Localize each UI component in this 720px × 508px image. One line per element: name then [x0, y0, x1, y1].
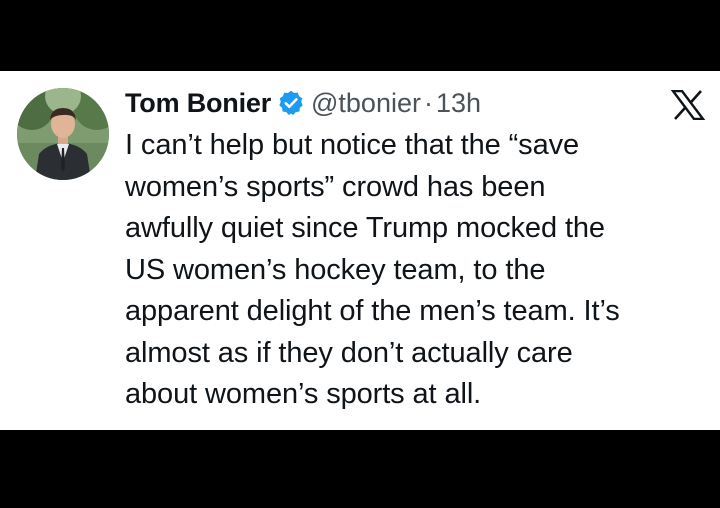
tweet-timestamp[interactable]: 13h — [436, 88, 481, 119]
bottom-black-bar — [0, 430, 720, 508]
tweet-header: Tom Bonier @tbonier · 13h — [125, 85, 481, 121]
author-name[interactable]: Tom Bonier — [125, 88, 271, 119]
tweet-text-line: apparent delight of the men’s team. It’s — [125, 295, 620, 327]
tweet-text: I can’t help but notice that the “save w… — [125, 125, 705, 416]
tweet-text-line: about women’s sports at all. — [125, 378, 482, 410]
avatar[interactable] — [17, 88, 109, 180]
tweet-text-line: I can’t help but notice that the “save — [125, 129, 580, 161]
top-black-bar — [0, 0, 720, 71]
tweet-text-line: awfully quiet since Trump mocked the — [125, 212, 605, 244]
tweet-text-line: US women’s hockey team, to the — [125, 253, 546, 286]
tweet-text-line: women’s sports” crowd has been — [125, 170, 546, 203]
author-handle[interactable]: @tbonier — [311, 88, 421, 119]
verified-badge-icon — [277, 89, 305, 117]
header-separator: · — [423, 87, 433, 118]
x-logo-icon[interactable] — [670, 89, 706, 121]
tweet-card[interactable]: Tom Bonier @tbonier · 13h I can’t help b… — [0, 71, 720, 430]
tweet-text-line: almost as if they don’t actually care — [125, 336, 573, 369]
avatar-photo — [17, 88, 109, 180]
